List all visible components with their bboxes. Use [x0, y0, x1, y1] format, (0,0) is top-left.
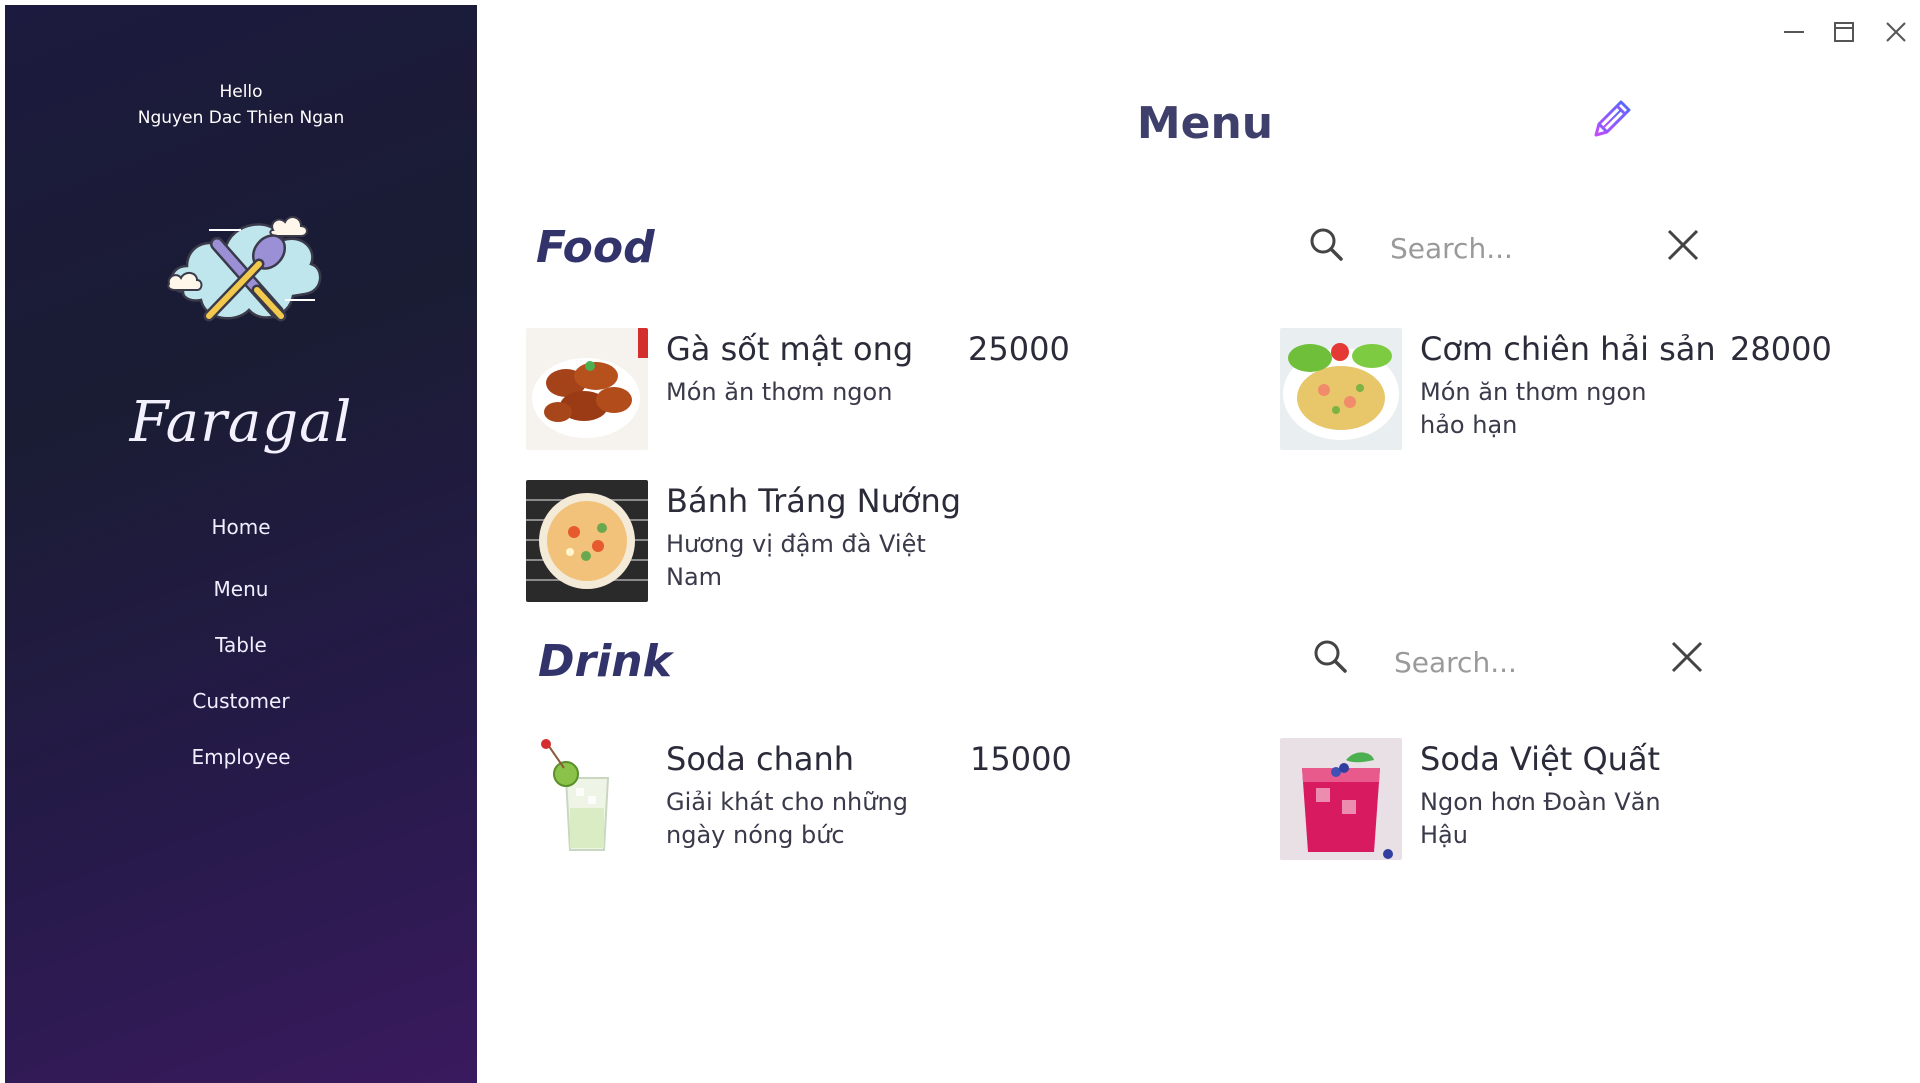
edit-button[interactable]	[1588, 95, 1636, 143]
drink-search-clear-button[interactable]	[1670, 640, 1704, 674]
sidebar-item-employee[interactable]: Employee	[5, 745, 477, 769]
sidebar-item-table[interactable]: Table	[5, 633, 477, 657]
close-icon	[1886, 22, 1906, 42]
minimize-icon	[1784, 31, 1804, 33]
item-name: Soda Việt Quất	[1420, 740, 1661, 778]
sidebar-item-home[interactable]: Home	[5, 515, 477, 539]
food-image-seafood-fried-rice	[1280, 328, 1402, 450]
item-description: Món ăn thơm ngon	[666, 378, 893, 406]
item-description: Ngon hơn Đoàn Văn Hậu	[1420, 788, 1661, 849]
drink-item[interactable]: Soda Việt Quất Ngon hơn Đoàn Văn Hậu	[1280, 738, 1920, 863]
item-name: Gà sốt mật ong	[666, 330, 914, 368]
food-item[interactable]: Bánh Tráng Nướng Hương vị đậm đà Việt Na…	[526, 480, 1246, 605]
item-description: Món ăn thơm ngon hảo hạn	[1420, 378, 1647, 439]
user-name: Nguyen Dac Thien Ngan	[137, 108, 345, 128]
food-search-input[interactable]	[1390, 226, 1650, 270]
close-window-button[interactable]	[1878, 14, 1914, 50]
drink-search-input[interactable]	[1394, 640, 1654, 684]
maximize-icon	[1834, 22, 1854, 42]
search-icon	[1310, 228, 1343, 261]
drink-item[interactable]: Soda chanh Giải khát cho những ngày nóng…	[526, 738, 1246, 863]
item-description: Giải khát cho những ngày nóng bức	[666, 788, 908, 849]
page-title: Menu	[1136, 98, 1274, 149]
drink-search-button[interactable]	[1312, 638, 1348, 674]
food-search-button[interactable]	[1308, 226, 1344, 262]
item-price: 25000	[968, 330, 1070, 368]
item-price: 28000	[1730, 330, 1832, 368]
sidebar-item-customer[interactable]: Customer	[5, 689, 477, 713]
greeting-label: Hello	[219, 82, 263, 102]
food-search-clear-button[interactable]	[1666, 228, 1700, 262]
close-icon	[1667, 229, 1699, 261]
food-image-honey-chicken	[526, 328, 648, 450]
item-price: 15000	[970, 740, 1072, 778]
drink-image-lime-soda	[526, 738, 648, 860]
item-name: Cơm chiên hải sản	[1420, 330, 1716, 368]
brand-name: Faragal	[129, 390, 353, 455]
item-name: Soda chanh	[666, 740, 855, 778]
close-icon	[1671, 641, 1703, 673]
sidebar: Hello Nguyen Dac Thien Ngan Faragal Home…	[5, 5, 477, 1083]
restaurant-logo-icon	[165, 200, 325, 335]
food-item[interactable]: Cơm chiên hải sản Món ăn thơm ngon hảo h…	[1280, 328, 1920, 453]
food-image-grilled-rice-paper	[526, 480, 648, 602]
drink-section-title: Drink	[538, 636, 672, 687]
user-greeting: Hello Nguyen Dac Thien Ngan	[5, 79, 477, 131]
drink-image-blueberry-soda	[1280, 738, 1402, 860]
sidebar-item-menu[interactable]: Menu	[5, 577, 477, 601]
maximize-button[interactable]	[1826, 14, 1862, 50]
search-icon	[1314, 640, 1347, 673]
food-item[interactable]: Gà sốt mật ong Món ăn thơm ngon 25000	[526, 328, 1246, 453]
pencil-icon	[1594, 100, 1631, 137]
item-name: Bánh Tráng Nướng	[666, 482, 962, 520]
item-description: Hương vị đậm đà Việt Nam	[666, 530, 926, 591]
food-section-title: Food	[536, 222, 655, 273]
minimize-button[interactable]	[1776, 14, 1812, 50]
